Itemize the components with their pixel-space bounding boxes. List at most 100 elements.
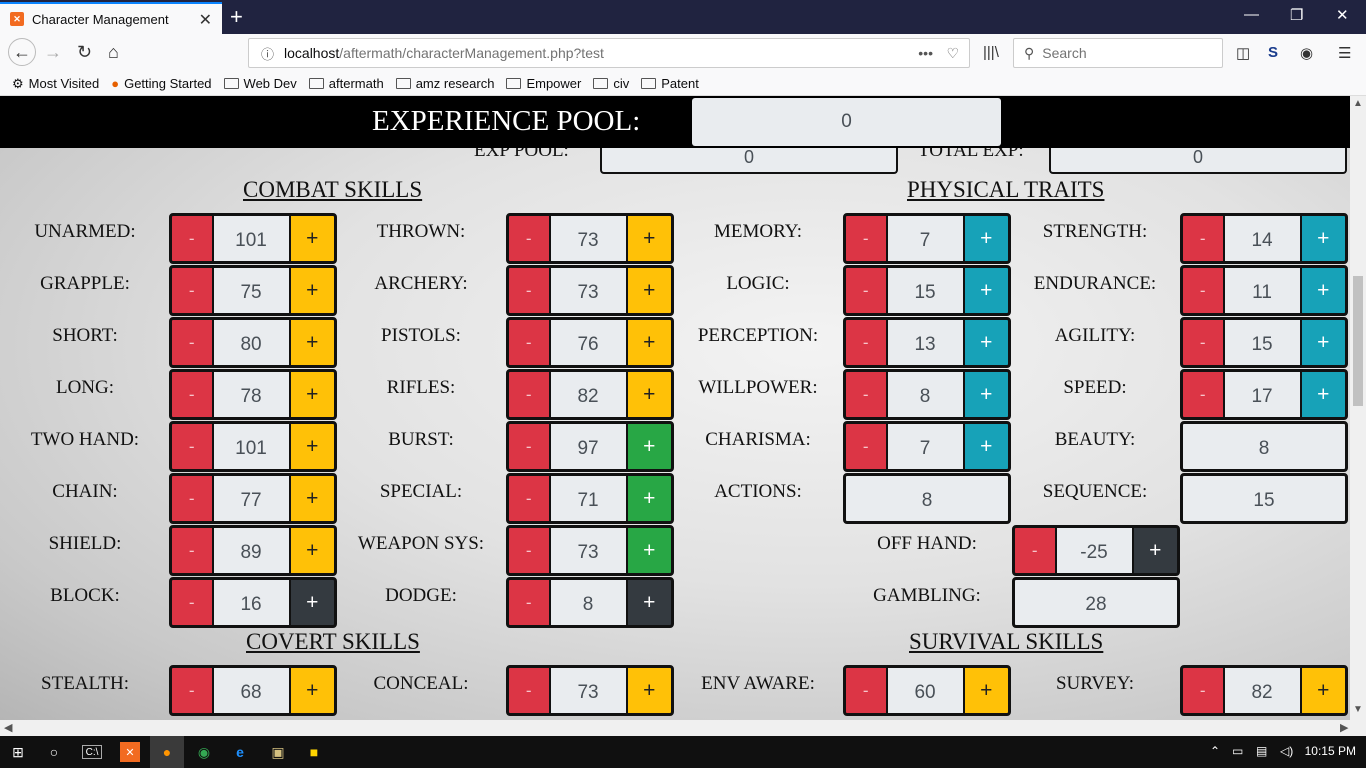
menu-icon[interactable]: ☰ — [1338, 44, 1351, 62]
pistols-decrement-button[interactable]: - — [509, 320, 549, 365]
scrollbar-thumb[interactable] — [1353, 276, 1363, 406]
new-tab-button[interactable]: + — [230, 4, 243, 30]
tray-chevron-icon[interactable]: ⌃ — [1210, 744, 1220, 758]
thrown-increment-button[interactable]: + — [627, 216, 671, 261]
short-decrement-button[interactable]: - — [172, 320, 212, 365]
charisma-increment-button[interactable]: + — [964, 424, 1008, 469]
env-aware-increment-button[interactable]: + — [964, 668, 1008, 713]
scroll-up-icon[interactable]: ▲ — [1353, 98, 1363, 109]
burst-increment-button[interactable]: + — [627, 424, 671, 469]
conceal-decrement-button[interactable]: - — [509, 668, 549, 713]
cortana-icon[interactable]: ○ — [44, 742, 64, 762]
dodge-increment-button[interactable]: + — [627, 580, 671, 625]
bookmark-civ[interactable]: civ — [593, 76, 629, 91]
agility-decrement-button[interactable]: - — [1183, 320, 1223, 365]
two-hand-increment-button[interactable]: + — [290, 424, 334, 469]
scroll-down-icon[interactable]: ▼ — [1353, 704, 1363, 715]
window-close-icon[interactable]: ✕ — [1336, 6, 1349, 24]
sidebar-icon[interactable]: ◫ — [1236, 44, 1250, 62]
search-input[interactable]: ⚲ Search — [1013, 38, 1223, 68]
speed-increment-button[interactable]: + — [1301, 372, 1345, 417]
memory-decrement-button[interactable]: - — [846, 216, 886, 261]
back-icon[interactable]: ← — [8, 38, 36, 66]
pistols-increment-button[interactable]: + — [627, 320, 671, 365]
library-icon[interactable]: |||\ — [983, 44, 999, 61]
horizontal-scrollbar[interactable]: ◀ ▶ — [0, 720, 1366, 736]
shield-decrement-button[interactable]: - — [172, 528, 212, 573]
burst-decrement-button[interactable]: - — [509, 424, 549, 469]
archery-increment-button[interactable]: + — [627, 268, 671, 313]
url-bar[interactable]: ⓘ localhost/aftermath/characterManagemen… — [248, 38, 970, 68]
app-icon[interactable]: ▣ — [268, 742, 288, 762]
minimize-icon[interactable]: — — [1244, 6, 1259, 23]
stealth-increment-button[interactable]: + — [290, 668, 334, 713]
perception-decrement-button[interactable]: - — [846, 320, 886, 365]
off-hand-decrement-button[interactable]: - — [1015, 528, 1055, 573]
memory-increment-button[interactable]: + — [964, 216, 1008, 261]
block-increment-button[interactable]: + — [290, 580, 334, 625]
agility-increment-button[interactable]: + — [1301, 320, 1345, 365]
speed-decrement-button[interactable]: - — [1183, 372, 1223, 417]
short-increment-button[interactable]: + — [290, 320, 334, 365]
bookmark-most-visited[interactable]: ⚙ Most Visited — [12, 76, 99, 92]
page-actions-icon[interactable]: ••• — [918, 45, 933, 61]
scroll-right-icon[interactable]: ▶ — [1340, 721, 1348, 734]
archery-decrement-button[interactable]: - — [509, 268, 549, 313]
xampp-icon[interactable]: ✕ — [120, 742, 140, 762]
account-icon[interactable]: ◉ — [1300, 44, 1313, 62]
reload-icon[interactable]: ↻ — [77, 42, 92, 63]
survey-decrement-button[interactable]: - — [1183, 668, 1223, 713]
chain-decrement-button[interactable]: - — [172, 476, 212, 521]
weapon-sys-increment-button[interactable]: + — [627, 528, 671, 573]
willpower-decrement-button[interactable]: - — [846, 372, 886, 417]
off-hand-increment-button[interactable]: + — [1133, 528, 1177, 573]
special-decrement-button[interactable]: - — [509, 476, 549, 521]
endurance-decrement-button[interactable]: - — [1183, 268, 1223, 313]
bookmark-aftermath[interactable]: aftermath — [308, 76, 384, 91]
network-icon[interactable]: ▤ — [1256, 744, 1267, 758]
chrome-icon[interactable]: ◉ — [194, 742, 214, 762]
willpower-increment-button[interactable]: + — [964, 372, 1008, 417]
special-increment-button[interactable]: + — [627, 476, 671, 521]
long-decrement-button[interactable]: - — [172, 372, 212, 417]
env-aware-decrement-button[interactable]: - — [846, 668, 886, 713]
unarmed-increment-button[interactable]: + — [290, 216, 334, 261]
firefox-taskbar-icon[interactable]: ● — [150, 736, 184, 768]
strength-decrement-button[interactable]: - — [1183, 216, 1223, 261]
two-hand-decrement-button[interactable]: - — [172, 424, 212, 469]
grapple-decrement-button[interactable]: - — [172, 268, 212, 313]
browser-tab[interactable]: ✕ Character Management ✕ — [0, 2, 222, 34]
thrown-decrement-button[interactable]: - — [509, 216, 549, 261]
weapon-sys-decrement-button[interactable]: - — [509, 528, 549, 573]
rifles-increment-button[interactable]: + — [627, 372, 671, 417]
conceal-increment-button[interactable]: + — [627, 668, 671, 713]
edge-icon[interactable]: e — [230, 742, 250, 762]
scroll-left-icon[interactable]: ◀ — [4, 721, 12, 734]
perception-increment-button[interactable]: + — [964, 320, 1008, 365]
vertical-scrollbar[interactable]: ▲ ▼ — [1350, 96, 1366, 720]
chain-increment-button[interactable]: + — [290, 476, 334, 521]
shield-increment-button[interactable]: + — [290, 528, 334, 573]
sticky-notes-icon[interactable]: ■ — [304, 742, 324, 762]
logic-decrement-button[interactable]: - — [846, 268, 886, 313]
home-icon[interactable]: ⌂ — [108, 42, 119, 63]
bookmark-amz-research[interactable]: amz research — [395, 76, 494, 91]
survey-increment-button[interactable]: + — [1301, 668, 1345, 713]
battery-icon[interactable]: ▭ — [1232, 744, 1243, 758]
grapple-increment-button[interactable]: + — [290, 268, 334, 313]
block-decrement-button[interactable]: - — [172, 580, 212, 625]
bookmark-empower[interactable]: Empower — [506, 76, 581, 91]
terminal-icon[interactable]: C:\ — [82, 745, 102, 759]
charisma-decrement-button[interactable]: - — [846, 424, 886, 469]
windows-start-icon[interactable]: ⊞ — [8, 742, 28, 762]
tab-close-icon[interactable]: ✕ — [199, 10, 212, 30]
bookmark-getting-started[interactable]: ● Getting Started — [111, 76, 211, 91]
unarmed-decrement-button[interactable]: - — [172, 216, 212, 261]
long-increment-button[interactable]: + — [290, 372, 334, 417]
rifles-decrement-button[interactable]: - — [509, 372, 549, 417]
stealth-decrement-button[interactable]: - — [172, 668, 212, 713]
restore-icon[interactable]: ❐ — [1290, 6, 1303, 24]
bookmark-patent[interactable]: Patent — [641, 76, 699, 91]
site-info-icon[interactable]: ⓘ — [261, 44, 274, 63]
logic-increment-button[interactable]: + — [964, 268, 1008, 313]
